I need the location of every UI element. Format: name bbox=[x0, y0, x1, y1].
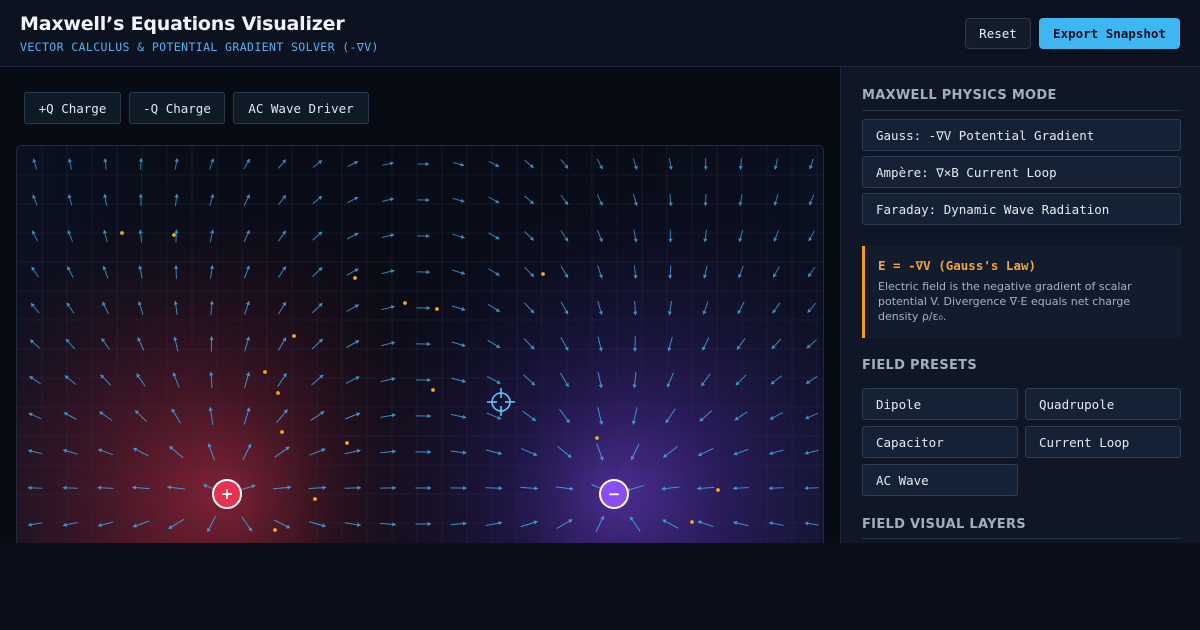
export-snapshot-button[interactable]: Export Snapshot bbox=[1039, 18, 1180, 49]
test-particle bbox=[595, 436, 599, 440]
test-particle bbox=[263, 370, 267, 374]
plus-icon: + bbox=[221, 485, 234, 503]
field-visualization[interactable]: + − bbox=[17, 146, 824, 543]
divider bbox=[862, 538, 1181, 539]
negative-charge[interactable]: − bbox=[599, 479, 629, 509]
mode-gauss[interactable]: Gauss: -∇V Potential Gradient bbox=[862, 119, 1181, 151]
law-equation: E = -∇V (Gauss's Law) bbox=[878, 258, 1037, 273]
test-particle bbox=[276, 391, 280, 395]
positive-charge[interactable]: + bbox=[212, 479, 242, 509]
control-sidebar: MAXWELL PHYSICS MODE Gauss: -∇V Potentia… bbox=[840, 67, 1200, 543]
reset-button[interactable]: Reset bbox=[965, 18, 1031, 49]
positive-charge-tool[interactable]: +Q Charge bbox=[24, 92, 121, 124]
preset-capacitor[interactable]: Capacitor bbox=[862, 426, 1018, 458]
test-particle bbox=[120, 231, 124, 235]
field-presets-title: FIELD PRESETS bbox=[862, 358, 977, 373]
test-particle bbox=[273, 528, 277, 532]
preset-dipole[interactable]: Dipole bbox=[862, 388, 1018, 420]
divider bbox=[862, 110, 1181, 111]
law-description: Electric field is the negative gradient … bbox=[878, 280, 1132, 323]
test-particle bbox=[541, 272, 545, 276]
visual-layers-title: FIELD VISUAL LAYERS bbox=[862, 517, 1026, 532]
mode-ampere[interactable]: Ampère: ∇×B Current Loop bbox=[862, 156, 1181, 188]
preset-quadrupole[interactable]: Quadrupole bbox=[1025, 388, 1181, 420]
test-particle bbox=[172, 233, 176, 237]
test-particle bbox=[716, 488, 720, 492]
test-particle bbox=[345, 441, 349, 445]
app-header: Maxwell’s Equations Visualizer VECTOR CA… bbox=[0, 0, 1200, 67]
empty-area bbox=[0, 543, 1200, 630]
ac-wave-driver-tool[interactable]: AC Wave Driver bbox=[233, 92, 369, 124]
preset-current-loop[interactable]: Current Loop bbox=[1025, 426, 1181, 458]
mode-faraday[interactable]: Faraday: Dynamic Wave Radiation bbox=[862, 193, 1181, 225]
test-particle bbox=[292, 334, 296, 338]
physics-mode-title: MAXWELL PHYSICS MODE bbox=[862, 88, 1057, 103]
minus-icon: − bbox=[608, 485, 621, 503]
test-particle bbox=[431, 388, 435, 392]
test-particle bbox=[403, 301, 407, 305]
preset-ac-wave[interactable]: AC Wave bbox=[862, 464, 1018, 496]
test-particle bbox=[313, 497, 317, 501]
app-subtitle: VECTOR CALCULUS & POTENTIAL GRADIENT SOL… bbox=[20, 40, 379, 54]
test-particle bbox=[690, 520, 694, 524]
test-particle bbox=[280, 430, 284, 434]
workspace: +Q Charge -Q Charge AC Wave Driver + − bbox=[0, 67, 840, 543]
test-particle bbox=[435, 307, 439, 311]
law-info-card: E = -∇V (Gauss's Law) Electric field is … bbox=[862, 246, 1181, 338]
field-canvas[interactable]: + − bbox=[16, 145, 824, 543]
test-particle bbox=[353, 276, 357, 280]
negative-charge-tool[interactable]: -Q Charge bbox=[129, 92, 225, 124]
app-title: Maxwell’s Equations Visualizer bbox=[20, 13, 345, 35]
